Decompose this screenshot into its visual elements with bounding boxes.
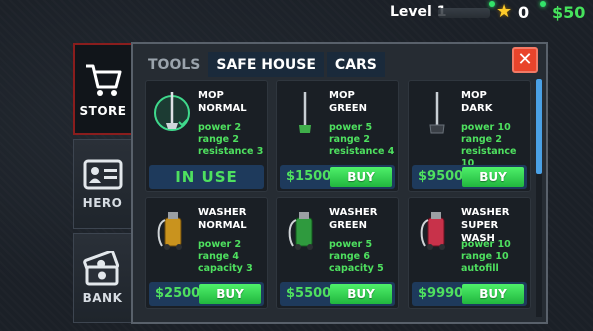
sidebar-label: HERO	[82, 196, 123, 210]
item-price: $2500	[155, 286, 201, 301]
stat-line: capacity 3	[198, 263, 253, 274]
stat-line: power 10	[461, 122, 511, 133]
sparkle-icon	[489, 1, 495, 7]
item-price: $9500	[418, 169, 464, 184]
price-row: $5500 BUY	[280, 282, 395, 306]
stat-line: power 10	[461, 239, 511, 250]
close-button[interactable]: ✕	[512, 47, 538, 73]
price-row: $9990 BUY	[412, 282, 527, 306]
buy-button[interactable]: BUY	[199, 284, 261, 304]
top-hud: Level 1 ★ 0 $50	[0, 0, 593, 26]
item-name: WASHER NORMAL	[198, 207, 247, 231]
stat-line: power 2	[198, 239, 242, 250]
stat-line: autofill	[461, 263, 499, 274]
item-stats: power 5 range 2 resistance 4	[329, 122, 394, 158]
sidebar-tab-store[interactable]: STORE	[73, 43, 131, 135]
item-card-mop-normal[interactable]: MOP NORMAL power 2 range 2 resistance 3 …	[145, 80, 268, 192]
id-card-icon	[83, 159, 122, 190]
pressure-washer-icon	[157, 212, 182, 250]
buy-button[interactable]: BUY	[462, 284, 524, 304]
item-stats: power 2 range 4 capacity 3	[198, 239, 253, 275]
stat-line: power 2	[198, 122, 242, 133]
stat-line: range 2	[198, 134, 240, 145]
item-name: MOP NORMAL	[198, 90, 247, 114]
star-icon: ★	[496, 1, 513, 22]
stat-line: resistance 4	[329, 146, 395, 157]
item-name: MOP GREEN	[329, 90, 367, 114]
price-row: $1500 BUY	[280, 165, 395, 189]
item-stats: power 2 range 2 resistance 3	[198, 122, 263, 158]
buy-button[interactable]: BUY	[330, 167, 392, 187]
price-row: $2500 BUY	[149, 282, 264, 306]
item-name: MOP DARK	[461, 90, 493, 114]
stat-line: range 2	[329, 134, 371, 145]
buy-button[interactable]: BUY	[462, 167, 524, 187]
stat-line: power 5	[329, 239, 373, 250]
item-price: $5500	[286, 286, 332, 301]
mop-icon	[299, 92, 311, 133]
price-row: $9500 BUY	[412, 165, 527, 189]
level-progress-bar	[438, 8, 490, 18]
sidebar-label: BANK	[82, 291, 123, 305]
stat-line: range 6	[329, 251, 371, 262]
tab-cars[interactable]: CARS	[326, 52, 385, 77]
item-price: $1500	[286, 169, 332, 184]
stat-line: range 10	[461, 251, 509, 262]
category-tabs: TOOLS SAFE HOUSE CARS	[140, 52, 385, 77]
sidebar-tab-hero[interactable]: HERO	[73, 139, 131, 229]
item-stats: power 10 range 10 autofill	[461, 239, 511, 275]
item-stats: power 10 range 2 resistance 10	[461, 122, 530, 170]
sidebar-label: STORE	[79, 104, 127, 118]
stat-line: range 2	[461, 134, 503, 145]
item-stats: power 5 range 6 capacity 5	[329, 239, 384, 275]
money-icon	[82, 251, 119, 286]
pressure-washer-icon	[288, 212, 313, 250]
item-price: $9990	[418, 286, 464, 301]
item-card-washer-super-wash[interactable]: WASHER SUPER WASH power 10 range 10 auto…	[408, 197, 531, 309]
buy-button[interactable]: BUY	[330, 284, 392, 304]
item-card-mop-green[interactable]: MOP GREEN power 5 range 2 resistance 4 $…	[276, 80, 399, 192]
item-card-washer-green[interactable]: WASHER GREEN power 5 range 6 capacity 5 …	[276, 197, 399, 309]
stat-line: range 4	[198, 251, 240, 262]
mop-icon	[429, 92, 445, 134]
stat-line: capacity 5	[329, 263, 384, 274]
cart-icon	[86, 64, 122, 96]
item-card-mop-dark[interactable]: MOP DARK power 10 range 2 resistance 10 …	[408, 80, 531, 192]
stars-count: 0	[518, 3, 530, 22]
in-use-badge: IN USE	[149, 165, 264, 189]
mop-icon	[154, 92, 190, 131]
pressure-washer-icon	[420, 212, 445, 250]
cash-amount: $50	[552, 3, 586, 22]
tab-safe-house[interactable]: SAFE HOUSE	[208, 52, 324, 77]
tab-tools[interactable]: TOOLS	[140, 52, 208, 77]
item-name: WASHER GREEN	[329, 207, 378, 231]
sidebar-tab-bank[interactable]: BANK	[73, 233, 131, 323]
stat-line: power 5	[329, 122, 373, 133]
stat-line: resistance 3	[198, 146, 264, 157]
scrollbar-thumb[interactable]	[536, 79, 542, 174]
item-card-washer-normal[interactable]: WASHER NORMAL power 2 range 4 capacity 3…	[145, 197, 268, 309]
sparkle-icon	[540, 1, 546, 7]
